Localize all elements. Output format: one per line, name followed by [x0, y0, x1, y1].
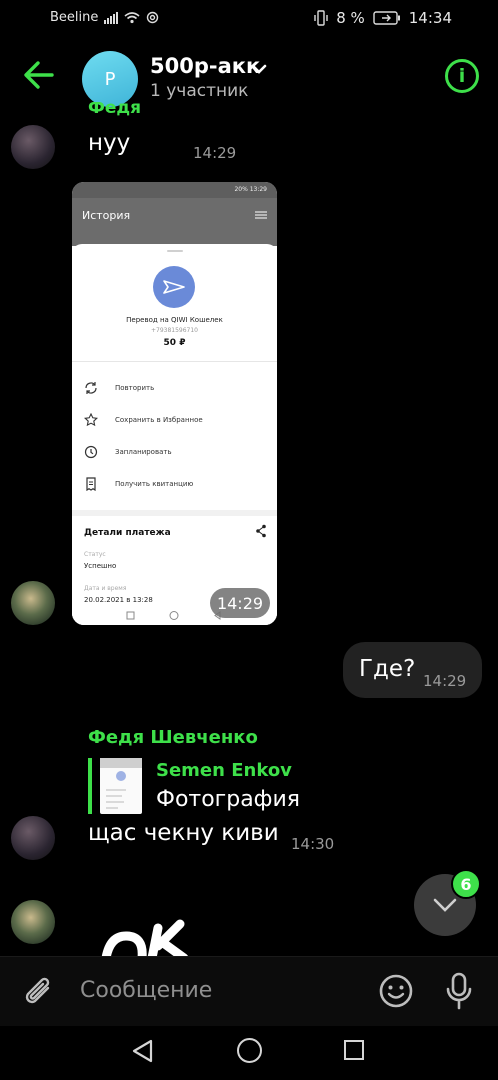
user-avatar[interactable] — [11, 125, 55, 169]
user-avatar[interactable] — [11, 816, 55, 860]
sticker-image[interactable] — [100, 918, 200, 958]
user-avatar[interactable] — [11, 900, 55, 944]
chevron-down-icon[interactable] — [250, 60, 268, 78]
message-time: 14:30 — [291, 835, 335, 853]
signal-icon — [104, 11, 119, 24]
message-time: 14:29 — [423, 672, 467, 690]
star-icon — [84, 413, 98, 427]
status-label: Статус — [84, 551, 106, 558]
clipped-sender-name: Федя Шевченко — [88, 102, 142, 118]
status-right: 8 % 14:34 — [314, 9, 452, 27]
filter-icon — [255, 211, 267, 219]
clock: 14:34 — [408, 9, 452, 27]
info-icon[interactable]: i — [445, 59, 479, 93]
nav-recents-icon[interactable] — [344, 1040, 364, 1060]
receipt-icon — [86, 477, 96, 491]
payment-amount: 50 ₽ — [163, 338, 186, 348]
message-input[interactable]: Сообщение — [80, 978, 360, 1006]
chat-header: P 500р-акк 1 участник i — [0, 38, 498, 118]
user-avatar[interactable] — [11, 581, 55, 625]
message-text: щас чекну киви — [88, 820, 279, 846]
emoji-icon[interactable] — [378, 973, 414, 1009]
payment-phone: +79381596710 — [150, 327, 199, 334]
photo-app-header: История — [72, 198, 277, 246]
carrier-label: Beeline — [50, 10, 99, 25]
date-value: 20.02.2021 в 13:28 — [84, 596, 153, 604]
paperclip-icon[interactable] — [22, 974, 56, 1010]
reply-thumbnail[interactable] — [100, 758, 142, 814]
photo-message[interactable]: 20% 13:29 История Перевод на QIWI Кошеле… — [72, 182, 277, 625]
reply-sender[interactable]: Semen Enkov — [156, 760, 292, 781]
clock-icon — [84, 445, 98, 459]
photo-payment-sheet: Перевод на QIWI Кошелек +79381596710 50 … — [72, 244, 277, 625]
battery-icon — [373, 11, 400, 25]
system-nav-bar — [0, 1026, 498, 1080]
photo-screen-title: История — [82, 209, 131, 222]
message-text: Где? — [359, 656, 416, 682]
outgoing-bubble[interactable]: Где? 14:29 — [343, 642, 482, 698]
nav-home-icon[interactable] — [237, 1038, 262, 1063]
microphone-icon[interactable] — [443, 971, 475, 1011]
qiwi-logo-icon — [153, 266, 195, 308]
chevron-down-icon — [433, 898, 457, 912]
reply-preview: Фотография — [156, 787, 301, 812]
details-title: Детали платежа — [84, 528, 171, 538]
nav-back-icon[interactable] — [131, 1038, 155, 1064]
status-left: Beeline — [50, 10, 159, 25]
composer: Сообщение — [0, 956, 498, 1026]
member-count: 1 участник — [150, 81, 249, 101]
chat-title[interactable]: 500р-акк — [150, 54, 260, 78]
repeat-icon — [85, 382, 97, 394]
status-value: Успешно — [84, 562, 117, 570]
message-time: 14:29 — [193, 144, 237, 162]
photo-status-bar: 20% 13:29 — [72, 182, 277, 198]
reply-bar — [88, 758, 92, 814]
vibrate-icon — [314, 10, 328, 26]
at-icon — [147, 11, 159, 24]
back-arrow-icon[interactable] — [22, 58, 56, 92]
sheet-handle — [167, 250, 183, 252]
payment-title: Перевод на QIWI Кошелек — [126, 316, 223, 324]
divider — [72, 361, 277, 362]
photo-time: 14:29 — [210, 588, 270, 618]
share-icon — [256, 524, 266, 538]
wifi-icon — [124, 11, 140, 23]
unread-badge: 6 — [451, 869, 481, 899]
battery-percent: 8 % — [336, 9, 365, 27]
message-text: нуу — [88, 130, 131, 156]
group-avatar[interactable]: P — [82, 51, 138, 107]
date-label: Дата и время — [84, 585, 127, 592]
section-divider — [72, 510, 277, 516]
sender-name[interactable]: Федя Шевченко — [88, 727, 258, 748]
status-bar: Beeline 8 % 14:34 — [0, 0, 498, 38]
